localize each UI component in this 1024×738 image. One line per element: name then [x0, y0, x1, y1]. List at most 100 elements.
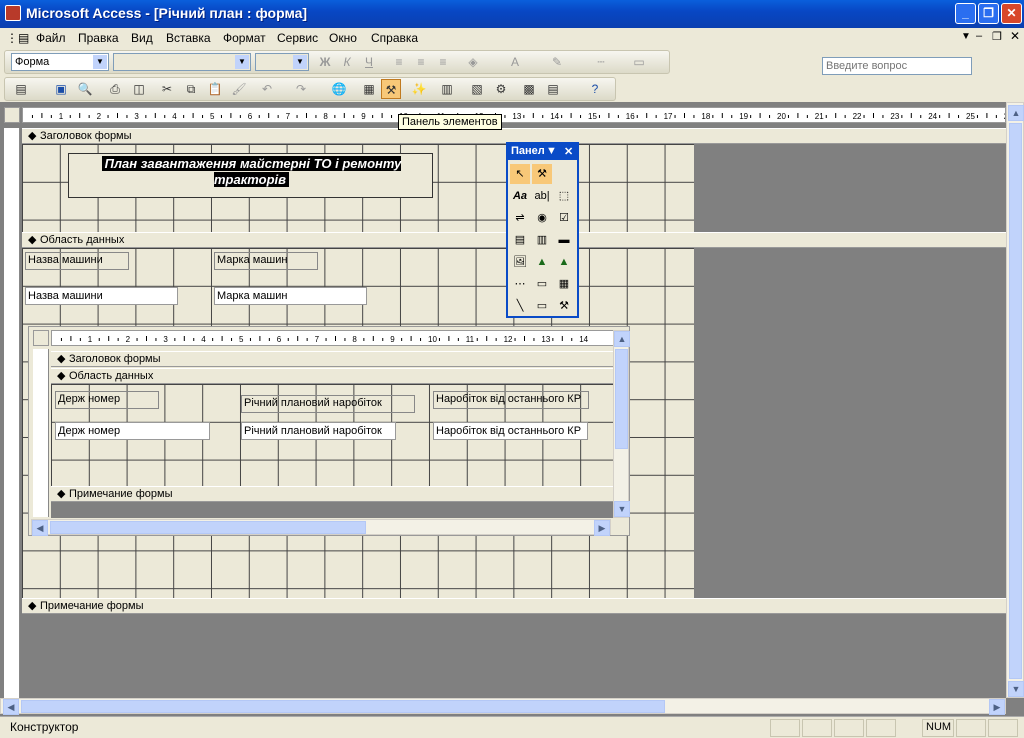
- toggle-button-icon[interactable]: ⇌: [510, 208, 530, 228]
- option-group-icon[interactable]: ⬚: [554, 186, 574, 206]
- subform-footer-bar[interactable]: ◆ Примечание формы: [51, 486, 613, 502]
- menu-insert[interactable]: Вставка: [166, 31, 211, 45]
- print-preview-icon[interactable]: ◫: [129, 79, 149, 99]
- line-width-icon[interactable]: ┄: [591, 52, 611, 72]
- field-machine-brand[interactable]: Марка машин: [214, 287, 367, 305]
- subform-tool-icon[interactable]: ▦: [554, 274, 574, 294]
- title-label-frame[interactable]: План завантаження майстерні ТО і ремонту…: [68, 153, 433, 198]
- image-tool-icon[interactable]: 🖼: [510, 252, 530, 272]
- label-reg-number[interactable]: Держ номер: [55, 391, 159, 409]
- autoformat-icon[interactable]: ✨: [409, 79, 429, 99]
- scroll-right-icon[interactable]: ▶: [594, 520, 610, 536]
- field-since-overhaul[interactable]: Наробіток від останнього КР: [433, 422, 588, 440]
- font-color-icon[interactable]: A: [505, 52, 525, 72]
- restore-button[interactable]: ❐: [978, 3, 999, 24]
- scroll-down-icon[interactable]: ▼: [614, 501, 630, 517]
- menu-window[interactable]: Окно: [329, 31, 357, 45]
- subform-header-bar[interactable]: ◆ Заголовок формы: [51, 351, 613, 367]
- menu-file[interactable]: Файл: [36, 31, 66, 45]
- ask-dropdown-icon[interactable]: ▼: [961, 31, 971, 42]
- subform-selector[interactable]: [33, 330, 49, 346]
- font-combo[interactable]: ▼: [113, 53, 251, 71]
- paste-icon[interactable]: 📋: [205, 79, 225, 99]
- menu-service[interactable]: Сервис: [277, 31, 318, 45]
- database-window-icon[interactable]: ▩: [519, 79, 539, 99]
- help-icon[interactable]: ?: [585, 79, 605, 99]
- menu-help[interactable]: Справка: [371, 31, 418, 45]
- label-annual-plan[interactable]: Річний плановий наробіток: [241, 395, 415, 413]
- main-vertical-scrollbar[interactable]: ▲ ▼: [1006, 102, 1024, 698]
- scroll-thumb[interactable]: [50, 521, 366, 534]
- scroll-down-icon[interactable]: ▼: [1008, 681, 1024, 697]
- scroll-left-icon[interactable]: ◀: [32, 520, 48, 536]
- rectangle-tool-icon[interactable]: ▭: [532, 296, 552, 316]
- subform-detail-bar[interactable]: ◆ Область данных: [51, 368, 613, 384]
- more-controls-icon[interactable]: ⚒: [554, 296, 574, 316]
- scroll-right-icon[interactable]: ▶: [989, 699, 1005, 715]
- build-icon[interactable]: ⚙: [491, 79, 511, 99]
- line-color-icon[interactable]: ✎: [547, 52, 567, 72]
- print-icon[interactable]: ⎙: [105, 79, 125, 99]
- bold-button[interactable]: Ж: [315, 52, 335, 72]
- fill-color-icon[interactable]: ◈: [463, 52, 483, 72]
- close-button[interactable]: ✕: [1001, 3, 1022, 24]
- field-reg-number[interactable]: Держ номер: [55, 422, 210, 440]
- toolbox-palette[interactable]: Панел ▼ ✕ ↖ ⚒ Aa ab| ⬚ ⇌ ◉ ☑ ▤ ▥ ▬ 🖼 ▲ ▲ ⋯…: [506, 142, 579, 318]
- minimize-button[interactable]: _: [955, 3, 976, 24]
- undo-icon[interactable]: ↶: [257, 79, 277, 99]
- align-center-icon[interactable]: ≡: [411, 52, 431, 72]
- underline-button[interactable]: Ч: [359, 52, 379, 72]
- properties-icon[interactable]: ▧: [467, 79, 487, 99]
- align-right-icon[interactable]: ≡: [433, 52, 453, 72]
- object-combo[interactable]: Форма ▼: [11, 53, 109, 71]
- view-icon[interactable]: ▤: [11, 79, 31, 99]
- redo-icon[interactable]: ↷: [291, 79, 311, 99]
- menu-view[interactable]: Вид: [131, 31, 153, 45]
- special-effect-icon[interactable]: ▭: [629, 52, 649, 72]
- field-list-icon[interactable]: ▦: [359, 79, 379, 99]
- access-app-icon[interactable]: [5, 5, 21, 21]
- subform-vertical-scrollbar[interactable]: ▲ ▼: [613, 330, 630, 518]
- scroll-thumb[interactable]: [615, 349, 628, 449]
- menu-edit[interactable]: Правка: [78, 31, 119, 45]
- form-selector[interactable]: [4, 107, 20, 123]
- unbound-frame-icon[interactable]: ▲: [532, 252, 552, 272]
- combo-box-icon[interactable]: ▤: [510, 230, 530, 250]
- command-button-icon[interactable]: ▬: [554, 230, 574, 250]
- chevron-down-icon[interactable]: ▼: [546, 145, 557, 157]
- copy-icon[interactable]: ⧉: [181, 79, 201, 99]
- main-horizontal-scrollbar[interactable]: ◀ ▶: [0, 698, 1006, 715]
- search-file-icon[interactable]: 🔍: [75, 79, 95, 99]
- label-since-overhaul[interactable]: Наробіток від останнього КР: [433, 391, 589, 409]
- subform-control[interactable]: 1 2 3 4 5 6 7 8 9 10 11 12 13 14 ◆ Заголовок формы ◆ …: [28, 326, 630, 536]
- font-size-combo[interactable]: ▼: [255, 53, 309, 71]
- scroll-thumb[interactable]: [1009, 123, 1022, 679]
- textbox-tool-icon[interactable]: ab|: [532, 186, 552, 206]
- scroll-up-icon[interactable]: ▲: [614, 331, 630, 347]
- italic-button[interactable]: К: [337, 52, 357, 72]
- palette-close-icon[interactable]: ✕: [564, 145, 573, 158]
- tab-control-icon[interactable]: ▭: [532, 274, 552, 294]
- checkbox-tool-icon[interactable]: ☑: [554, 208, 574, 228]
- palette-title-bar[interactable]: Панел ▼ ✕: [508, 144, 577, 160]
- align-left-icon[interactable]: ≡: [389, 52, 409, 72]
- scroll-up-icon[interactable]: ▲: [1008, 105, 1024, 121]
- bound-frame-icon[interactable]: ▲: [554, 252, 574, 272]
- label-machine-brand[interactable]: Марка машин: [214, 252, 318, 270]
- line-tool-icon[interactable]: ╲: [510, 296, 530, 316]
- toolbox-icon[interactable]: ⚒: [381, 79, 401, 99]
- code-icon[interactable]: ▥: [437, 79, 457, 99]
- label-tool-icon[interactable]: Aa: [510, 186, 530, 206]
- subform-horizontal-scrollbar[interactable]: ◀ ▶: [31, 519, 611, 536]
- label-machine-name[interactable]: Назва машини: [25, 252, 129, 270]
- ask-question-input[interactable]: [822, 57, 972, 75]
- form-footer-bar[interactable]: ◆ Примечание формы: [22, 598, 1006, 614]
- scroll-left-icon[interactable]: ◀: [3, 699, 19, 715]
- save-icon[interactable]: ▣: [51, 79, 71, 99]
- cut-icon[interactable]: ✂: [157, 79, 177, 99]
- option-button-icon[interactable]: ◉: [532, 208, 552, 228]
- scroll-thumb[interactable]: [21, 700, 665, 713]
- hyperlink-icon[interactable]: 🌐: [329, 79, 349, 99]
- doc-close-button[interactable]: ✕: [1010, 29, 1020, 43]
- format-painter-icon[interactable]: 🖌: [229, 79, 249, 99]
